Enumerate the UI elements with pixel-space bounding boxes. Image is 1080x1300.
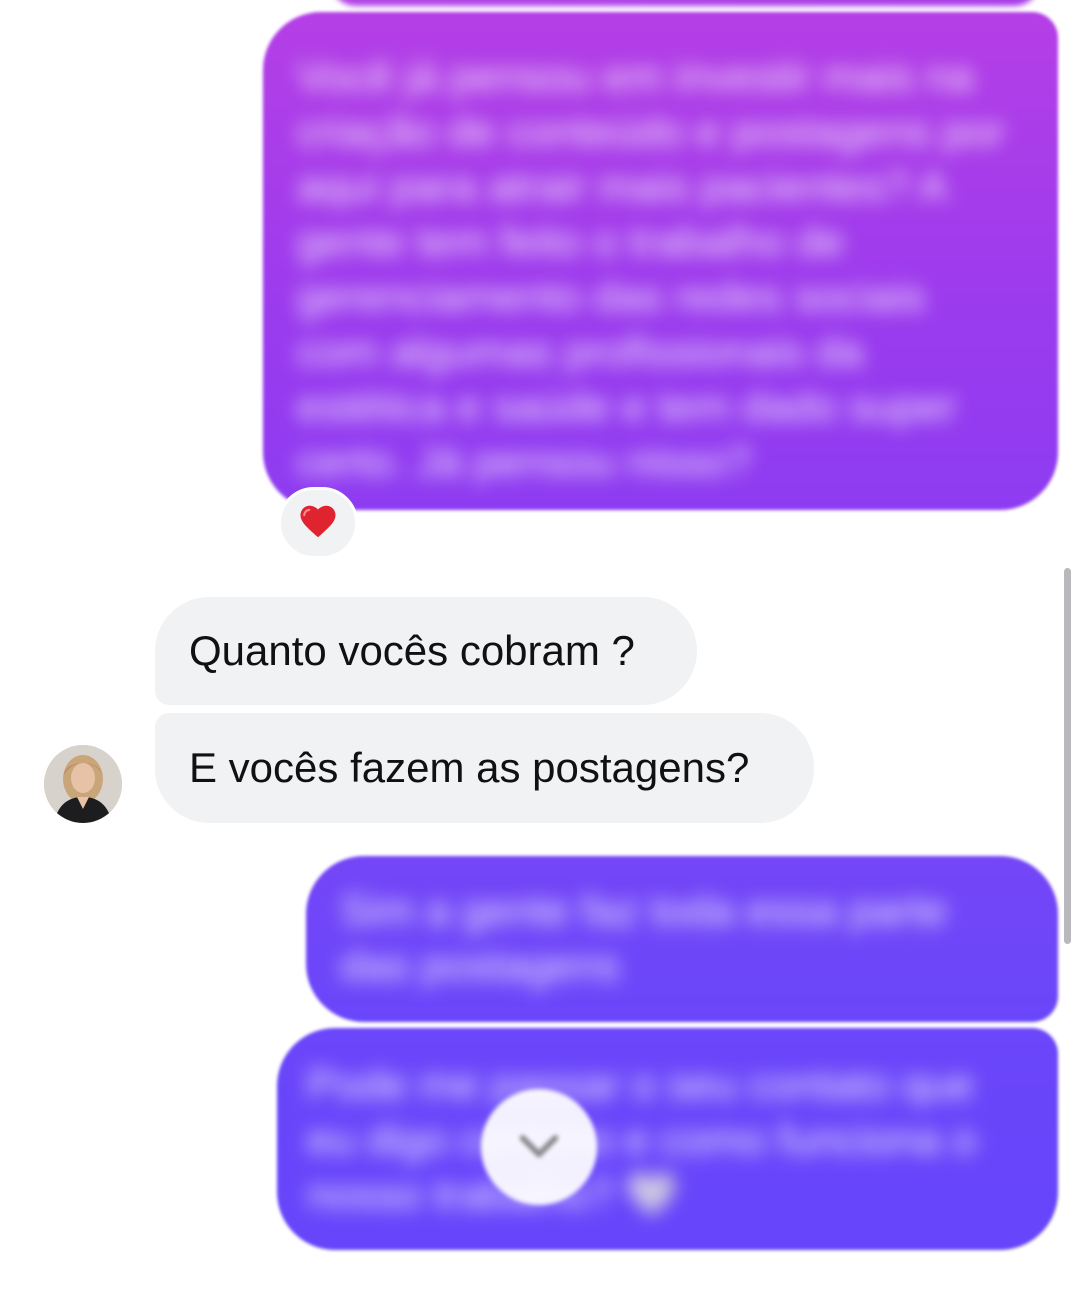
red-heart-icon — [297, 500, 339, 547]
outgoing-message[interactable]: Pode me passar o seu contato que eu digo… — [277, 1028, 1058, 1250]
incoming-message[interactable]: E vocês fazem as postagens? — [155, 713, 814, 823]
outgoing-message-text: Você já pensou em investir mais na criaç… — [297, 53, 1005, 486]
outgoing-message-text: Pode me passar o seu contato que eu digo… — [307, 1061, 977, 1219]
outgoing-message[interactable]: Sim a gente faz toda essa parte das post… — [306, 856, 1058, 1022]
incoming-message-text: Quanto vocês cobram ? — [189, 627, 635, 674]
outgoing-message[interactable]: Você já pensou em investir mais na criaç… — [263, 12, 1058, 510]
scrollbar[interactable] — [1064, 568, 1071, 944]
chat-screen: Você já pensou em investir mais na criaç… — [0, 0, 1080, 1300]
profile-avatar[interactable] — [44, 745, 122, 823]
incoming-message[interactable]: Quanto vocês cobram ? — [155, 597, 697, 705]
incoming-message-text: E vocês fazem as postagens? — [189, 744, 750, 791]
chevron-down-icon — [511, 1117, 567, 1178]
scroll-to-bottom-button[interactable] — [481, 1089, 597, 1205]
outgoing-message-partial — [330, 0, 1040, 6]
outgoing-message-text: Sim a gente faz toda essa parte das post… — [340, 887, 948, 990]
message-reaction[interactable] — [278, 487, 358, 559]
